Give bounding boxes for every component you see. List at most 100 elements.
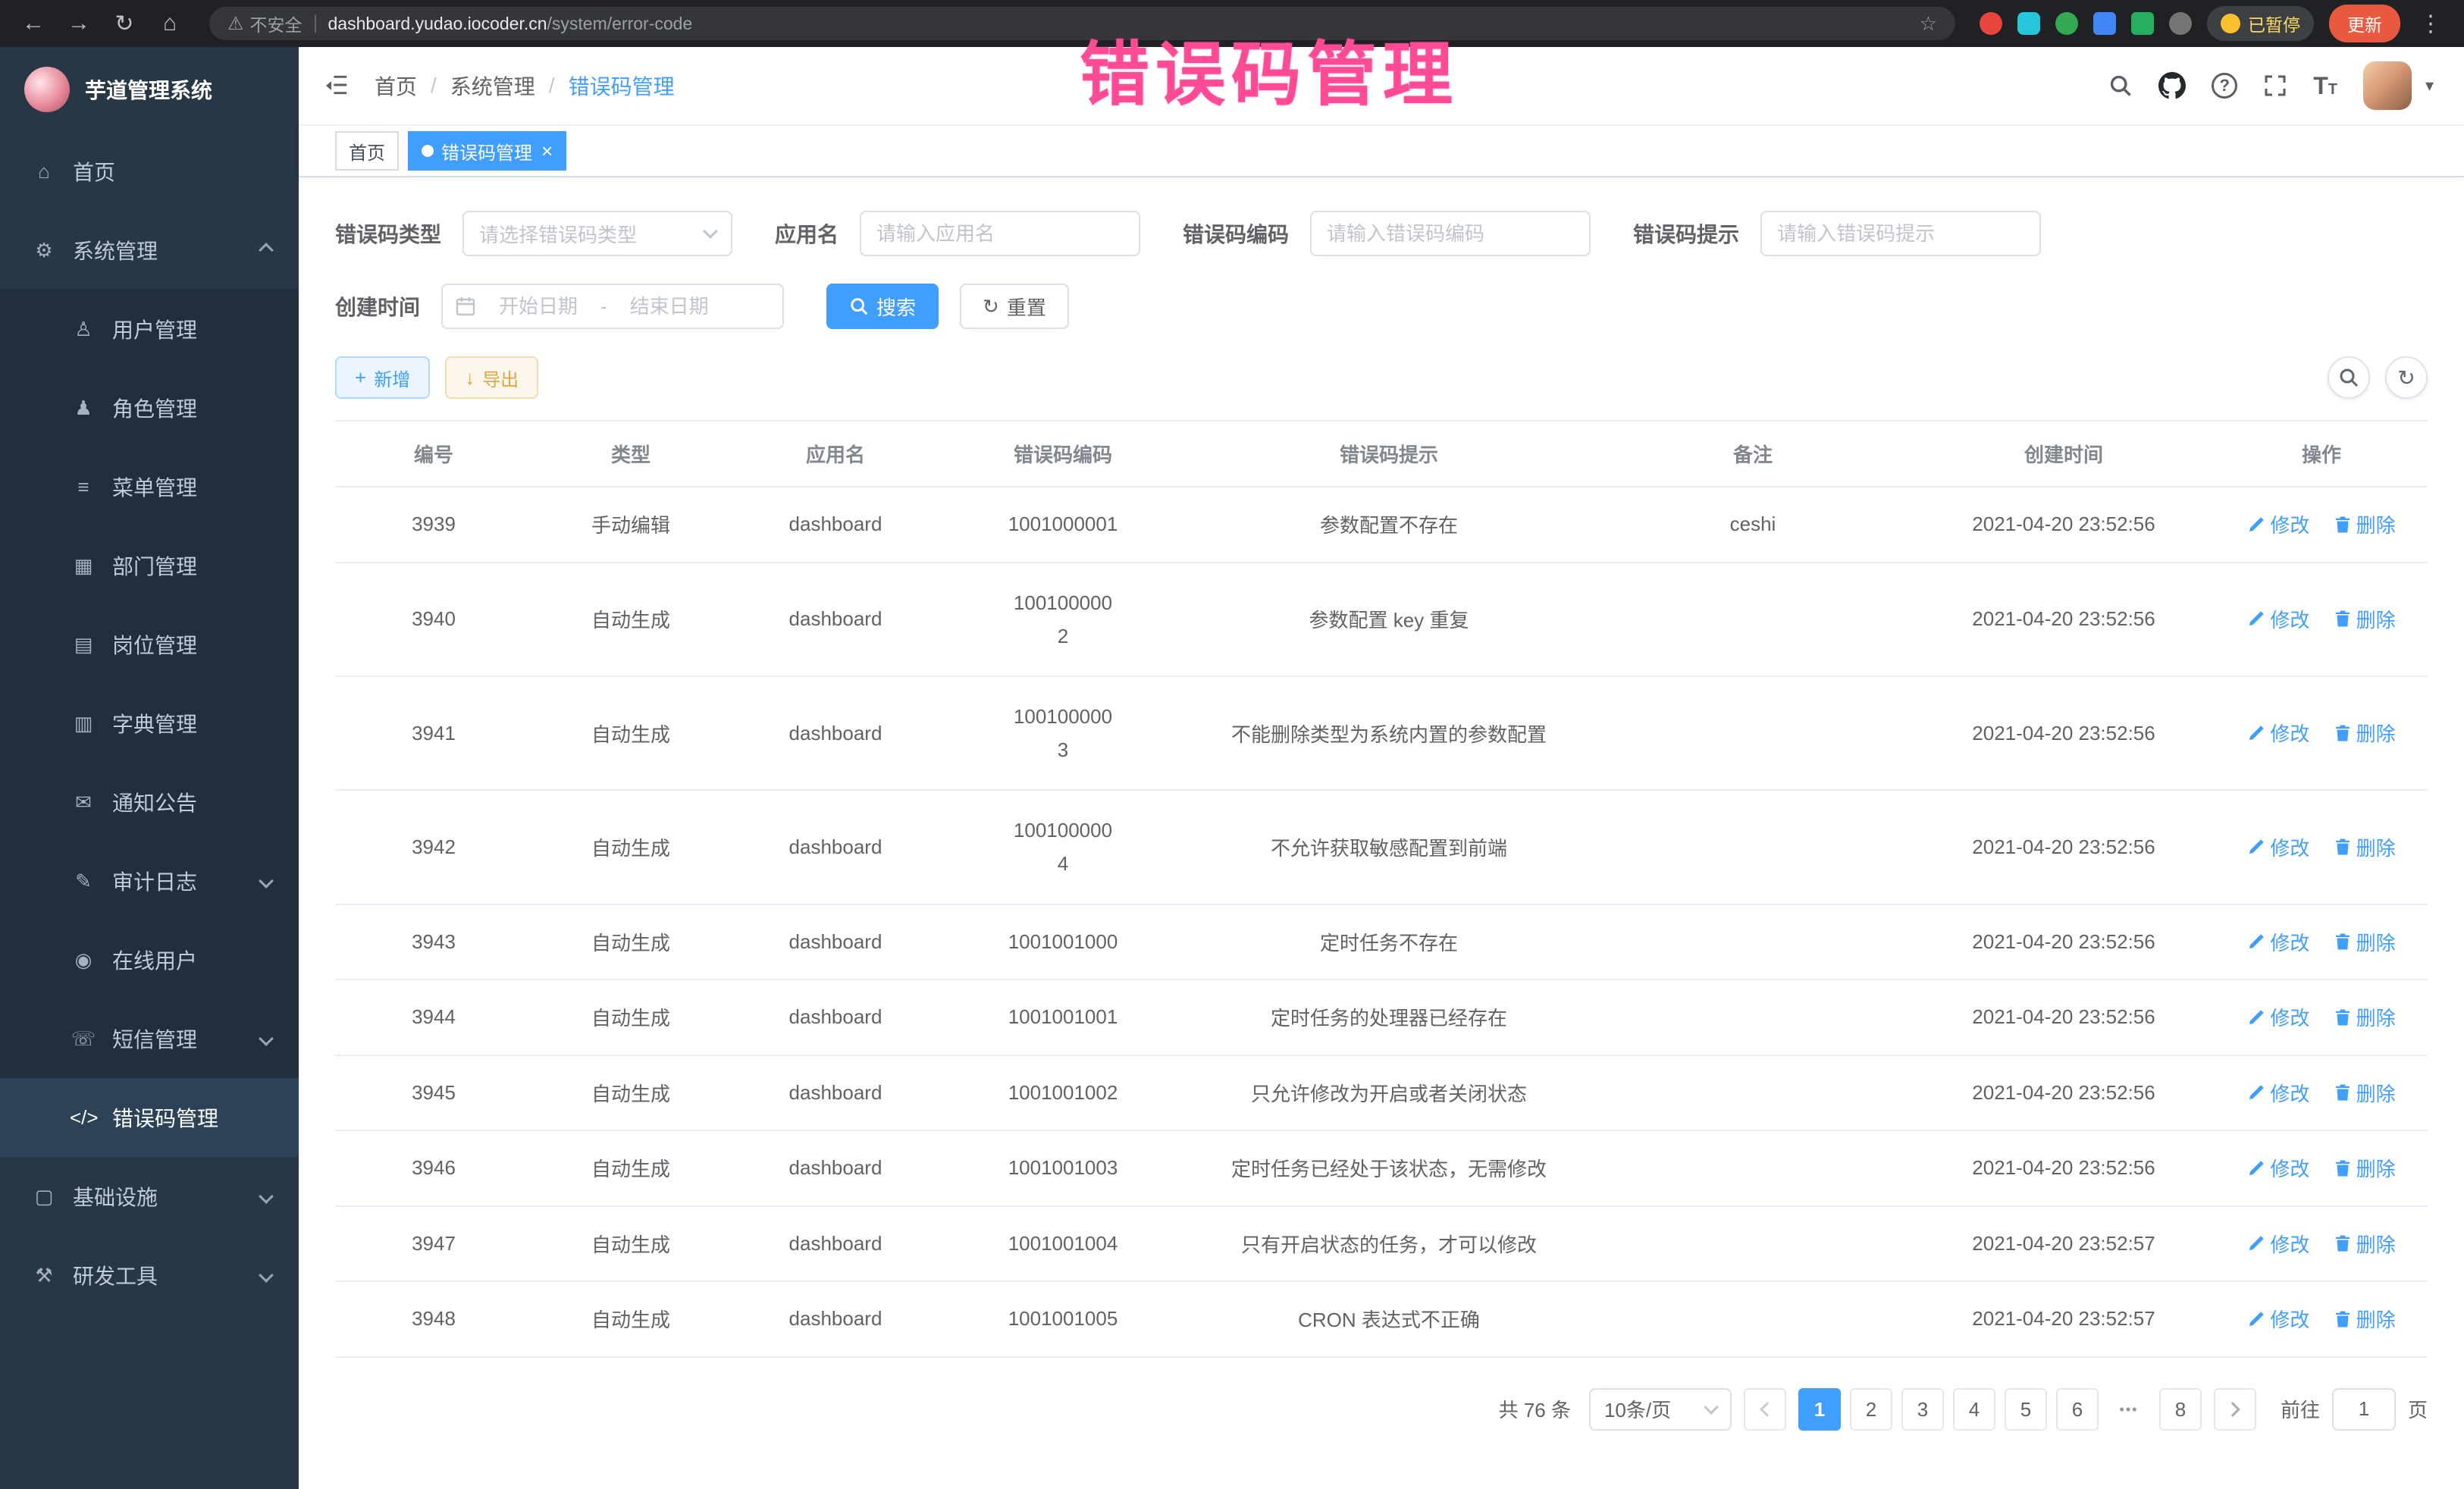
app-logo[interactable]: 芋道管理系统 [0,47,299,132]
column-header[interactable]: 应用名 [729,421,942,487]
breadcrumb-item[interactable]: 首页 [375,71,417,101]
sidebar-item[interactable]: ⌂ 首页 [0,132,299,211]
delete-button[interactable]: 删除 [2334,928,2396,956]
column-header[interactable]: 编号 [335,421,532,487]
sidebar-item[interactable]: ▤ 岗位管理 [0,605,299,684]
edit-button[interactable]: 修改 [2247,605,2309,633]
delete-button[interactable]: 删除 [2334,1003,2396,1031]
delete-button[interactable]: 删除 [2334,1154,2396,1182]
page-button[interactable]: 4 [1953,1388,1995,1431]
bookmark-star-icon[interactable]: ☆ [1920,12,1937,36]
extension-icon[interactable] [2131,12,2154,35]
reset-button[interactable]: ↻ 重置 [960,284,1069,329]
delete-button[interactable]: 删除 [2334,510,2396,538]
column-header[interactable]: 备注 [1594,421,1912,487]
error-msg-input[interactable] [1760,211,2041,256]
sidebar-item[interactable]: </> 错误码管理 [0,1078,299,1157]
search-toggle-button[interactable] [2328,356,2370,399]
goto-page-input[interactable] [2332,1388,2396,1431]
sidebar-item[interactable]: ▢ 基础设施 [0,1157,299,1236]
address-bar[interactable]: ⚠ 不安全 dashboard.yudao.iocoder.cn /system… [209,7,1955,40]
column-header[interactable]: 错误码提示 [1184,421,1594,487]
sidebar-item[interactable]: ♙ 用户管理 [0,290,299,368]
page-button[interactable]: 1 [1798,1388,1841,1431]
github-icon[interactable] [2158,72,2186,99]
page-button[interactable]: 8 [2159,1388,2202,1431]
delete-button[interactable]: 删除 [2334,1230,2396,1258]
cell-memo [1594,1130,1912,1206]
edit-button[interactable]: 修改 [2247,1079,2309,1107]
back-icon[interactable]: ← [18,11,49,36]
delete-button[interactable]: 删除 [2334,605,2396,633]
sidebar-item[interactable]: ✎ 审计日志 [0,842,299,920]
edit-button[interactable]: 修改 [2247,1230,2309,1258]
extension-icon[interactable] [2055,12,2078,35]
page-button[interactable]: 5 [2005,1388,2047,1431]
edit-button[interactable]: 修改 [2247,719,2309,747]
sidebar-item[interactable]: ☏ 短信管理 [0,999,299,1078]
edit-button[interactable]: 修改 [2247,833,2309,861]
sidebar-item[interactable]: ▦ 部门管理 [0,526,299,605]
page-button[interactable]: 3 [1901,1388,1944,1431]
column-header[interactable]: 类型 [532,421,729,487]
sidebar-item[interactable]: ⚙ 系统管理 [0,211,299,290]
close-icon[interactable]: × [541,141,553,161]
forward-icon[interactable]: → [64,11,94,36]
breadcrumb-item[interactable]: 系统管理 [450,71,535,101]
kebab-menu-icon[interactable]: ⋮ [2415,11,2446,37]
edit-button[interactable]: 修改 [2247,1154,2309,1182]
delete-button[interactable]: 删除 [2334,833,2396,861]
sidebar-item[interactable]: ≡ 菜单管理 [0,447,299,526]
extensions-puzzle-icon[interactable] [2169,12,2192,35]
tab[interactable]: 错误码管理 × [408,131,566,171]
extension-icon[interactable] [1980,12,2002,35]
edit-button[interactable]: 修改 [2247,1305,2309,1333]
search-icon[interactable] [2108,74,2133,98]
delete-button[interactable]: 删除 [2334,1305,2396,1333]
app-name-input[interactable] [860,211,1140,256]
refresh-button[interactable]: ↻ [2385,356,2428,399]
page-button[interactable]: 6 [2056,1388,2099,1431]
page-size-select[interactable]: 10条/页 [1589,1388,1732,1431]
fullscreen-icon[interactable] [2263,74,2287,98]
user-avatar[interactable] [2363,61,2412,110]
column-header[interactable]: 操作 [2215,421,2428,487]
delete-button[interactable]: 删除 [2334,719,2396,747]
edit-button[interactable]: 修改 [2247,928,2309,956]
page-button[interactable]: 2 [1850,1388,1892,1431]
column-header[interactable]: 错误码编码 [942,421,1184,487]
reload-icon[interactable]: ↻ [109,11,140,37]
next-page-button[interactable] [2214,1388,2256,1431]
extension-icon[interactable] [2093,12,2116,35]
error-code-input[interactable] [1310,211,1591,256]
start-date-input[interactable] [482,295,594,318]
sidebar-item[interactable]: ◉ 在线用户 [0,920,299,999]
breadcrumb-separator: / [431,74,437,98]
home-icon[interactable]: ⌂ [155,11,185,36]
page-button[interactable]: ••• [2108,1388,2150,1431]
sidebar-item[interactable]: ⚒ 研发工具 [0,1236,299,1315]
error-type-select[interactable]: 请选择错误码类型 [462,211,732,256]
sidebar-item[interactable]: ♟ 角色管理 [0,368,299,447]
font-size-icon[interactable]: TT [2313,72,2337,100]
prev-page-button[interactable] [1744,1388,1786,1431]
sidebar-item[interactable]: ✉ 通知公告 [0,763,299,842]
caret-down-icon[interactable]: ▾ [2425,76,2434,96]
cell-memo [1594,790,1912,904]
help-icon[interactable]: ? [2212,73,2237,99]
hamburger-icon[interactable] [323,72,350,99]
export-button[interactable]: ↓ 导出 [445,356,538,399]
sidebar-item[interactable]: ▥ 字典管理 [0,684,299,763]
extension-icon[interactable] [2017,12,2040,35]
add-button[interactable]: + 新增 [335,356,430,399]
update-button[interactable]: 更新 [2329,5,2400,42]
edit-button[interactable]: 修改 [2247,510,2309,538]
tab[interactable]: 首页 × [335,131,399,171]
edit-button[interactable]: 修改 [2247,1003,2309,1031]
column-header[interactable]: 创建时间 [1912,421,2215,487]
paused-badge[interactable]: 已暂停 [2207,6,2314,41]
search-button[interactable]: 搜索 [826,284,939,329]
delete-button[interactable]: 删除 [2334,1079,2396,1107]
end-date-input[interactable] [613,295,726,318]
date-range-picker[interactable]: - [441,284,784,329]
